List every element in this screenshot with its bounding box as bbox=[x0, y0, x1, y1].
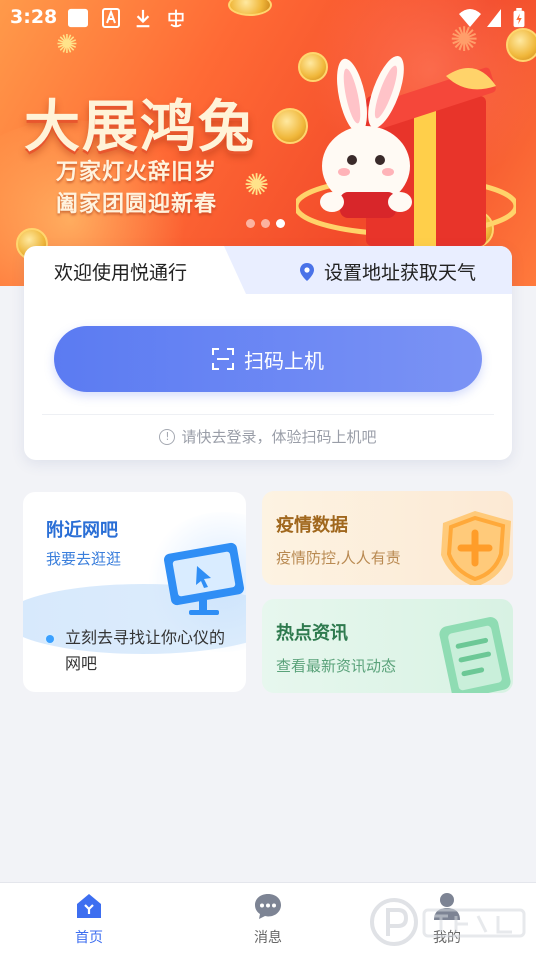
shield-plus-icon bbox=[441, 511, 511, 585]
watermark-logo bbox=[370, 898, 526, 946]
epidemic-data-card[interactable]: 疫情数据 疫情防控,人人有责 bbox=[262, 491, 513, 585]
epidemic-title: 疫情数据 bbox=[276, 515, 348, 536]
carousel-dot-active[interactable] bbox=[276, 219, 285, 228]
battery-charging-icon bbox=[513, 8, 525, 28]
wifi-icon bbox=[459, 9, 481, 27]
monitor-cursor-icon bbox=[163, 542, 245, 615]
promo-banner[interactable]: ✺ ✺ ✺ 3:28 大展鸿兔 万家灯火辞旧岁 阖家团圆迎新春 bbox=[0, 0, 536, 286]
status-time: 3:28 bbox=[10, 6, 58, 28]
status-bar: 3:28 bbox=[0, 0, 536, 36]
nav-home-label: 首页 bbox=[75, 930, 103, 946]
font-notification-icon bbox=[102, 8, 120, 28]
bullet-dot bbox=[46, 635, 54, 643]
chat-bubble-icon bbox=[255, 894, 281, 919]
welcome-text: 欢迎使用悦通行 bbox=[54, 262, 188, 284]
nearby-cafe-card[interactable]: 附近网吧 我要去逛逛 立刻去寻找让你心仪的网吧 bbox=[23, 492, 246, 692]
banner-line-1: 万家灯火辞旧岁 bbox=[56, 160, 218, 185]
epidemic-subtitle: 疫情防控,人人有责 bbox=[276, 549, 401, 567]
login-hint: ! 请快去登录，体验扫码上机吧 bbox=[24, 426, 512, 447]
banner-title: 大展鸿兔 bbox=[24, 95, 256, 160]
scan-icon bbox=[212, 348, 234, 370]
carousel-indicator bbox=[246, 219, 285, 228]
location-pin-icon bbox=[300, 262, 314, 281]
scan-button-label: 扫码上机 bbox=[244, 348, 324, 373]
weather-label: 设置地址获取天气 bbox=[324, 262, 477, 284]
nearby-cafe-description: 立刻去寻找让你心仪的网吧 bbox=[65, 628, 226, 673]
firework-icon: ✺ bbox=[244, 168, 270, 203]
signal-icon bbox=[487, 9, 501, 27]
news-subtitle: 查看最新资讯动态 bbox=[276, 657, 397, 675]
hot-news-card[interactable]: 热点资讯 查看最新资讯动态 bbox=[262, 599, 513, 693]
rabbit-gift-illustration bbox=[296, 56, 516, 246]
app-notification-icon bbox=[68, 8, 88, 28]
scan-card: 欢迎使用悦通行 设置地址获取天气 扫码上机 ! 请快去登录，体验扫码上机吧 bbox=[24, 246, 512, 460]
login-hint-text: 请快去登录，体验扫码上机吧 bbox=[181, 428, 377, 446]
nearby-cafe-subtitle: 我要去逛逛 bbox=[46, 550, 122, 568]
news-title: 热点资讯 bbox=[276, 623, 348, 644]
nav-home[interactable]: 首页 bbox=[44, 891, 134, 947]
nav-messages-label: 消息 bbox=[254, 930, 282, 946]
carousel-dot[interactable] bbox=[246, 219, 255, 228]
nearby-cafe-title: 附近网吧 bbox=[46, 520, 118, 541]
download-icon bbox=[136, 9, 150, 28]
document-icon bbox=[439, 617, 511, 693]
carousel-dot[interactable] bbox=[261, 219, 270, 228]
divider bbox=[42, 414, 494, 415]
bug-icon bbox=[168, 9, 184, 28]
card-header: 欢迎使用悦通行 设置地址获取天气 bbox=[24, 246, 512, 294]
home-icon bbox=[77, 894, 101, 918]
scan-to-start-button[interactable]: 扫码上机 bbox=[54, 326, 482, 392]
banner-line-2: 阖家团圆迎新春 bbox=[56, 192, 218, 217]
weather-location-button[interactable]: 设置地址获取天气 bbox=[300, 258, 476, 285]
info-icon: ! bbox=[159, 428, 176, 445]
nav-messages[interactable]: 消息 bbox=[223, 891, 313, 947]
